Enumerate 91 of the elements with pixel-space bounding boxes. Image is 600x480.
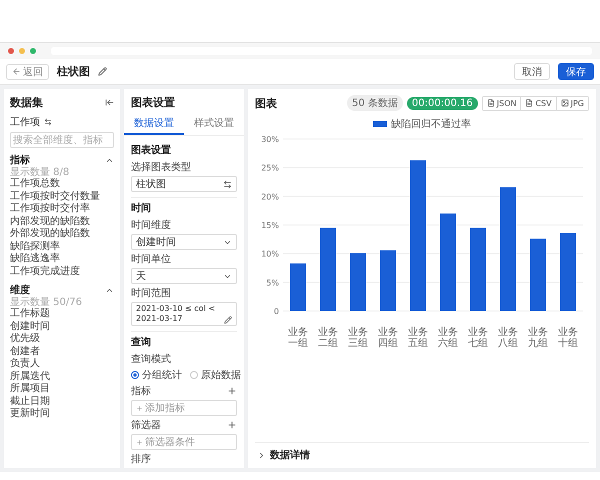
pencil-icon — [224, 316, 232, 324]
window-dot[interactable] — [8, 48, 14, 54]
section-title: 查询 — [131, 336, 152, 349]
bar — [380, 250, 396, 311]
list-item[interactable]: 所属迭代 — [10, 370, 114, 383]
x-axis-label: 业务四组 — [378, 327, 398, 349]
list-item[interactable]: 截止日期 — [10, 396, 114, 408]
list-item[interactable]: 缺陷逃逸率 — [10, 253, 114, 266]
list-item[interactable]: 缺陷探测率 — [10, 240, 114, 253]
x-axis-label: 业务五组 — [408, 327, 428, 349]
list-item[interactable]: 工作项按时交付率 — [10, 203, 114, 216]
list-item[interactable]: 创建时间 — [10, 320, 114, 333]
back-button[interactable]: 返回 — [6, 64, 49, 80]
section-title: 时间 — [131, 202, 152, 215]
y-tick-label: 10% — [261, 250, 279, 259]
y-tick-label: 20% — [261, 192, 279, 202]
save-button[interactable]: 保存 — [558, 63, 594, 80]
page-title: 柱状图 — [57, 64, 90, 79]
list-item[interactable]: 内部发现的缺陷数 — [10, 216, 114, 228]
field-label: 筛选器 — [131, 418, 161, 432]
x-axis-label: 业务三组 — [348, 327, 368, 349]
dataset-name: 工作项 — [10, 116, 40, 129]
row-count: 50 条数据 — [347, 95, 403, 111]
panel-title: 数据集 — [10, 95, 43, 110]
chevron-right-icon — [257, 450, 266, 460]
plus-icon[interactable] — [227, 420, 237, 430]
select-field[interactable]: 创建时间 — [131, 234, 237, 250]
list-item[interactable]: 负责人 — [10, 358, 114, 370]
pencil-icon[interactable] — [98, 67, 107, 76]
export-button[interactable]: JPG — [556, 96, 588, 110]
tab[interactable]: 数据设置 — [124, 113, 184, 135]
panel-title: 图表设置 — [131, 95, 176, 110]
y-tick-label: 25% — [261, 164, 279, 173]
field-label: 时间维度 — [131, 218, 172, 232]
collapse-icon[interactable] — [105, 98, 114, 107]
list-item[interactable]: 外部发现的缺陷数 — [10, 228, 114, 240]
radio-option[interactable]: 分组统计 — [131, 368, 182, 382]
field-label: 时间单位 — [131, 252, 172, 266]
y-tick-label: 30% — [261, 135, 279, 144]
swap-icon — [223, 180, 232, 188]
legend-label: 缺陷回归不通过率 — [391, 118, 471, 131]
plus-icon[interactable] — [227, 386, 237, 396]
x-axis-label: 业务九组 — [528, 327, 548, 349]
x-axis-label: 业务八组 — [498, 327, 518, 349]
field-label: 指标 — [131, 384, 151, 398]
document-icon — [486, 99, 495, 107]
group-subtitle: 显示数量 50/76 — [10, 297, 83, 308]
plus-icon — [136, 404, 143, 412]
cancel-button[interactable]: 取消 — [514, 63, 550, 80]
group-subtitle: 显示数量 8/8 — [10, 167, 70, 178]
details-toggle[interactable]: 数据详情 — [255, 442, 589, 462]
window-dot[interactable] — [30, 48, 36, 54]
section-title: 图表设置 — [131, 144, 172, 157]
y-tick-label: 5% — [266, 278, 279, 288]
x-axis-label: 业务一组 — [288, 327, 308, 349]
field-label: 查询模式 — [131, 352, 172, 366]
select-field[interactable]: 柱状图 — [131, 176, 237, 192]
list-item[interactable]: 工作项按时交付数量 — [10, 190, 114, 203]
x-axis-label: 业务二组 — [318, 327, 338, 349]
arrow-left-icon — [12, 67, 21, 76]
list-item[interactable]: 创建者 — [10, 346, 114, 358]
bar — [290, 263, 306, 311]
query-duration: 00:00:00.16 — [406, 96, 478, 110]
select-field[interactable]: 天 — [131, 268, 237, 284]
bar — [350, 253, 366, 311]
field-label: 选择图表类型 — [131, 160, 192, 174]
field-label: 排序 — [131, 452, 152, 466]
list-item[interactable]: 优先级 — [10, 333, 114, 346]
list-item[interactable]: 工作标题 — [10, 308, 114, 320]
image-file-icon — [560, 99, 569, 107]
radio-option[interactable]: 原始数据 — [190, 368, 241, 382]
list-item[interactable]: 工作项总数 — [10, 178, 114, 190]
field-label: 时间范围 — [131, 286, 172, 300]
list-item[interactable]: 所属项目 — [10, 383, 114, 396]
list-item[interactable]: 工作项完成进度 — [10, 266, 114, 278]
panel-title: 图表 — [255, 96, 277, 110]
date-range-field[interactable]: 2021-03-10 ≤ col < 2021-03-17 — [131, 302, 237, 326]
y-tick-label: 15% — [261, 221, 279, 230]
plus-icon — [136, 438, 143, 446]
search-field[interactable]: 搜索全部维度、指标 — [10, 132, 114, 148]
window-dot[interactable] — [19, 48, 25, 54]
x-axis-label: 业务十组 — [558, 327, 578, 349]
document-icon — [525, 99, 534, 107]
y-tick-label: 0 — [274, 307, 279, 316]
group-title: 指标 — [10, 154, 30, 167]
list-item[interactable]: 更新时间 — [10, 408, 114, 420]
x-axis-label: 业务七组 — [468, 327, 488, 349]
swap-icon[interactable] — [44, 118, 52, 126]
tab[interactable]: 样式设置 — [184, 113, 244, 135]
group-title: 维度 — [10, 283, 30, 297]
x-axis-label: 业务六组 — [438, 327, 458, 349]
